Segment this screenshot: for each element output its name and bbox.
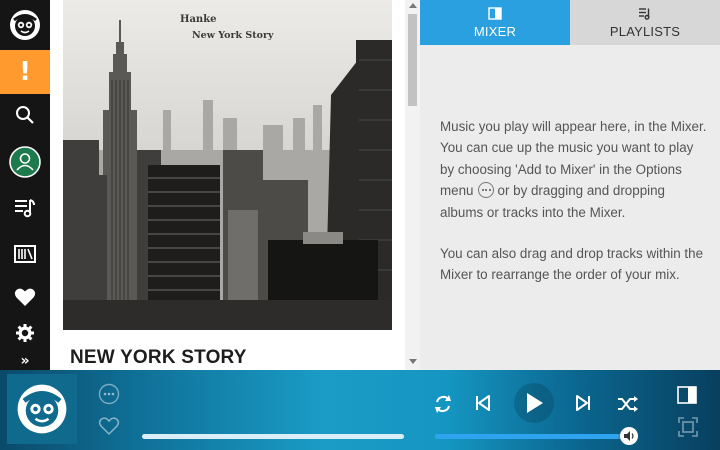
scroll-down-arrow-icon[interactable]	[409, 359, 417, 364]
shuffle-icon	[618, 396, 638, 412]
mixer-toggle-button[interactable]	[676, 384, 698, 406]
shuffle-button[interactable]	[616, 392, 640, 416]
volume-fill	[435, 434, 620, 439]
album-pane: Hanke New York Story NEW YORK STORY	[50, 0, 405, 370]
album-title: NEW YORK STORY	[70, 347, 247, 368]
previous-track-button[interactable]	[472, 392, 494, 414]
now-playing-artwork[interactable]	[7, 374, 77, 444]
gear-icon	[16, 324, 34, 342]
playlist-icon	[639, 8, 650, 20]
skip-next-icon	[576, 395, 590, 411]
next-track-button[interactable]	[572, 392, 594, 414]
repeat-button[interactable]	[431, 392, 455, 416]
repeat-icon	[435, 395, 451, 413]
napster-logo-icon[interactable]	[0, 5, 50, 45]
nav-rail: ! »	[0, 0, 50, 370]
fullscreen-icon	[678, 417, 698, 437]
playlist-icon	[15, 199, 35, 218]
fullscreen-button[interactable]	[677, 416, 699, 438]
mixer-panel-icon	[677, 386, 697, 404]
speaker-icon	[624, 431, 634, 441]
tab-playlists-label: PLAYLISTS	[609, 24, 681, 39]
heart-icon	[14, 288, 36, 306]
account-button[interactable]	[0, 142, 50, 182]
tab-mixer[interactable]: MIXER	[420, 0, 570, 45]
mixer-instructions: Music you play will appear here, in the …	[440, 116, 708, 223]
volume-knob[interactable]	[620, 427, 638, 445]
skip-previous-icon	[476, 395, 490, 411]
double-chevron-right-icon: »	[20, 353, 30, 369]
exclamation-icon: !	[19, 57, 31, 87]
more-options-icon	[98, 383, 120, 405]
album-scrollbar[interactable]	[405, 0, 420, 370]
expand-nav-button[interactable]: »	[0, 352, 50, 370]
options-menu-icon	[477, 182, 494, 199]
city-skyline-image	[63, 0, 392, 330]
track-progress-fill	[142, 434, 404, 439]
track-progress-bar[interactable]	[142, 434, 404, 439]
album-cover[interactable]: Hanke New York Story	[63, 0, 392, 330]
heart-outline-icon	[98, 417, 120, 436]
search-button[interactable]	[0, 95, 50, 135]
cover-title-text: New York Story	[192, 30, 274, 41]
settings-button[interactable]	[0, 313, 50, 353]
cover-artist-text: Hanke	[180, 14, 217, 25]
mixer-reorder-tip: You can also drag and drop tracks within…	[440, 246, 704, 283]
tab-playlists[interactable]: PLAYLISTS	[570, 0, 720, 45]
play-button[interactable]	[514, 383, 554, 423]
favorite-track-button[interactable]	[98, 415, 120, 437]
search-icon	[16, 106, 34, 124]
favorites-button[interactable]	[0, 277, 50, 317]
napster-logo-icon	[17, 384, 67, 434]
play-icon	[527, 393, 543, 413]
mixer-panel-icon	[488, 7, 502, 20]
scroll-thumb[interactable]	[408, 14, 417, 106]
mixer-panel: MIXER PLAYLISTS Music you play will appe…	[420, 0, 720, 370]
mixer-empty-message: Music you play will appear here, in the …	[440, 116, 708, 286]
scroll-up-arrow-icon[interactable]	[409, 3, 417, 8]
account-icon	[9, 146, 41, 178]
volume-slider[interactable]	[435, 434, 629, 439]
library-icon	[14, 245, 36, 263]
playlists-button[interactable]	[0, 188, 50, 228]
alert-button[interactable]: !	[0, 50, 50, 94]
library-button[interactable]	[0, 234, 50, 274]
tab-mixer-label: MIXER	[473, 24, 517, 39]
more-options-button[interactable]	[98, 383, 120, 405]
